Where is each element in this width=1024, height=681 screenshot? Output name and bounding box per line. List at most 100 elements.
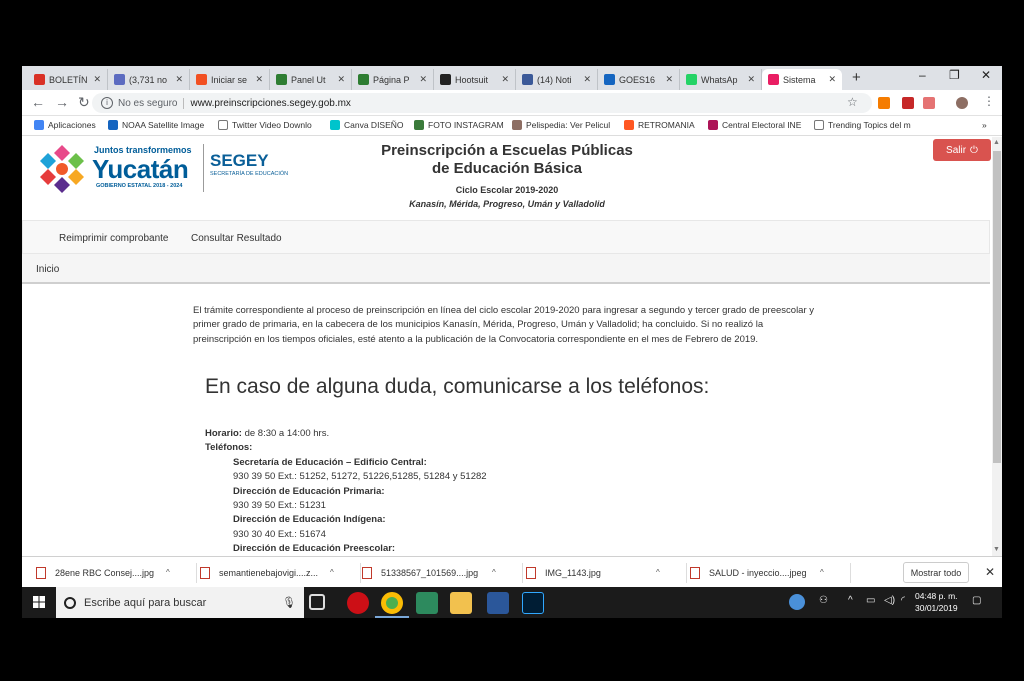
nav-reprint-receipt[interactable]: Reimprimir comprobante xyxy=(59,233,168,244)
tab-6[interactable]: (14) Noti ✕ xyxy=(516,69,598,90)
show-all-downloads-button[interactable]: Mostrar todo xyxy=(903,562,969,583)
close-window-button[interactable]: ✕ xyxy=(981,68,991,82)
bookmark-item[interactable]: Canva DISEÑO xyxy=(330,120,404,130)
photoshop-icon[interactable] xyxy=(522,592,544,614)
bookmark-item[interactable]: Twitter Video Downlo xyxy=(218,120,312,130)
tab-0[interactable]: BOLETÍN ✕ xyxy=(28,69,108,90)
download-separator xyxy=(686,563,687,583)
tab-close-icon[interactable]: ✕ xyxy=(828,74,836,85)
tab-close-icon[interactable]: ✕ xyxy=(175,74,183,85)
logout-button[interactable]: Salir ⏻ xyxy=(933,139,991,161)
chevron-up-icon[interactable]: ^ xyxy=(330,568,334,577)
tab-3[interactable]: Panel Ut ✕ xyxy=(270,69,352,90)
taskbar-clock[interactable]: 04:48 p. m. 30/01/2019 xyxy=(915,590,958,614)
forward-icon[interactable]: → xyxy=(55,94,69,110)
bookmark-item[interactable]: RETROMANIA xyxy=(624,120,695,130)
bookmark-item[interactable]: Aplicaciones xyxy=(34,120,96,130)
contact-name: Dirección de Educación Primaria: xyxy=(233,485,385,497)
bookmark-item[interactable]: Pelispedia: Ver Pelicul xyxy=(512,120,610,130)
download-filename: 28ene RBC Consej....jpg xyxy=(55,567,155,578)
nav-check-result[interactable]: Consultar Resultado xyxy=(191,233,282,244)
people-icon[interactable]: ⚇ xyxy=(819,595,828,606)
more-bookmarks-icon[interactable]: » xyxy=(982,120,987,130)
close-downloads-bar-button[interactable]: ✕ xyxy=(985,565,995,579)
publisher-icon[interactable] xyxy=(416,592,438,614)
tab-close-icon[interactable]: ✕ xyxy=(93,74,101,85)
tab-close-icon[interactable]: ✕ xyxy=(337,74,345,85)
tab-close-icon[interactable]: ✕ xyxy=(665,74,673,85)
chevron-up-icon[interactable]: ^ xyxy=(492,568,496,577)
tab-2[interactable]: Iniciar se ✕ xyxy=(190,69,270,90)
avatar[interactable] xyxy=(956,97,968,109)
taskbar-search-input[interactable]: Escribe aquí para buscar 🎙 xyxy=(56,587,304,618)
battery-icon[interactable]: ▭ xyxy=(866,595,875,606)
tab-close-icon[interactable]: ✕ xyxy=(255,74,263,85)
chevron-up-icon[interactable]: ^ xyxy=(656,568,660,577)
breadcrumb-home[interactable]: Inicio xyxy=(36,264,59,275)
extension-icon[interactable] xyxy=(902,97,914,109)
chevron-up-icon[interactable]: ^ xyxy=(820,568,824,577)
download-filename: 51338567_101569....jpg xyxy=(381,567,479,578)
tab-8[interactable]: WhatsAp ✕ xyxy=(680,69,762,90)
tab-7[interactable]: GOES16 ✕ xyxy=(598,69,680,90)
download-item[interactable]: IMG_1143.jpg ^ xyxy=(526,557,684,588)
star-icon[interactable]: ☆ xyxy=(847,95,858,109)
pdf-extension-icon[interactable] xyxy=(923,97,935,109)
new-tab-button[interactable]: + xyxy=(852,69,861,86)
tab-5[interactable]: Hootsuit ✕ xyxy=(434,69,516,90)
menu-icon[interactable]: ⋮ xyxy=(983,94,995,108)
scroll-down-icon[interactable]: ▼ xyxy=(993,546,1000,553)
chevron-up-icon[interactable]: ^ xyxy=(166,568,170,577)
scroll-up-icon[interactable]: ▲ xyxy=(993,139,1000,146)
bookmark-label: Aplicaciones xyxy=(48,120,96,130)
bookmark-item[interactable]: Trending Topics del m xyxy=(814,120,911,130)
word-icon[interactable] xyxy=(487,592,509,614)
reload-icon[interactable]: ↻ xyxy=(78,94,90,111)
opera-icon[interactable] xyxy=(347,592,369,614)
gmail-icon xyxy=(34,74,45,85)
back-icon[interactable]: ← xyxy=(31,94,45,110)
microphone-icon[interactable]: 🎙 xyxy=(282,596,296,609)
tab-1[interactable]: (3,731 no ✕ xyxy=(108,69,190,90)
scroll-thumb[interactable] xyxy=(993,151,1001,463)
maximize-button[interactable]: ❐ xyxy=(949,68,960,82)
notifications-icon[interactable]: ▢ xyxy=(972,595,981,606)
volume-icon[interactable]: ◁) xyxy=(884,595,895,606)
page-title-line-1: Preinscripción a Escuelas Públicas xyxy=(381,142,633,159)
bookmark-label: Twitter Video Downlo xyxy=(232,120,312,130)
tab-9[interactable]: Sistema ✕ xyxy=(762,69,842,90)
tab-close-icon[interactable]: ✕ xyxy=(583,74,591,85)
bookmark-item[interactable]: NOAA Satellite Image xyxy=(108,120,204,130)
windows-start-icon[interactable] xyxy=(33,596,45,608)
wifi-icon[interactable]: ◜ xyxy=(901,595,905,606)
minimize-button[interactable]: – xyxy=(919,68,926,82)
security-label: No es seguro xyxy=(118,97,185,109)
help-icon[interactable] xyxy=(789,594,805,610)
page-scrollbar[interactable]: ▲ ▼ xyxy=(992,137,1002,556)
tab-close-icon[interactable]: ✕ xyxy=(747,74,755,85)
download-item[interactable]: SALUD - inyeccio....jpeg ^ xyxy=(690,557,848,588)
sistema-icon xyxy=(768,74,779,85)
phones-label: Teléfonos: xyxy=(205,442,253,454)
download-item[interactable]: 28ene RBC Consej....jpg ^ xyxy=(36,557,194,588)
chrome-icon[interactable] xyxy=(381,592,403,614)
tab-4[interactable]: Página P ✕ xyxy=(352,69,434,90)
windows-icon xyxy=(196,74,207,85)
tab-label: (3,731 no xyxy=(129,74,168,85)
download-item[interactable]: semantienebajovigi....z... ^ xyxy=(200,557,358,588)
bookmark-item[interactable]: Central Electoral INE xyxy=(708,120,801,130)
show-hidden-icons-icon[interactable]: ^ xyxy=(848,595,853,606)
url-text[interactable]: www.preinscripciones.segey.gob.mx xyxy=(190,98,350,109)
whatsapp-icon xyxy=(686,74,697,85)
bookmark-item[interactable]: FOTO INSTAGRAM xyxy=(414,120,504,130)
file-explorer-icon[interactable] xyxy=(450,592,472,614)
info-icon[interactable]: i xyxy=(101,97,113,109)
address-bar[interactable]: i No es seguro www.preinscripciones.sege… xyxy=(92,93,872,113)
contact-name: Secretaría de Educación – Edificio Centr… xyxy=(233,456,427,468)
extension-icon[interactable] xyxy=(878,97,890,109)
tab-close-icon[interactable]: ✕ xyxy=(501,74,509,85)
download-item[interactable]: 51338567_101569....jpg ^ xyxy=(362,557,520,588)
tab-close-icon[interactable]: ✕ xyxy=(419,74,427,85)
task-view-icon[interactable] xyxy=(309,594,325,610)
image-file-icon xyxy=(690,566,700,579)
